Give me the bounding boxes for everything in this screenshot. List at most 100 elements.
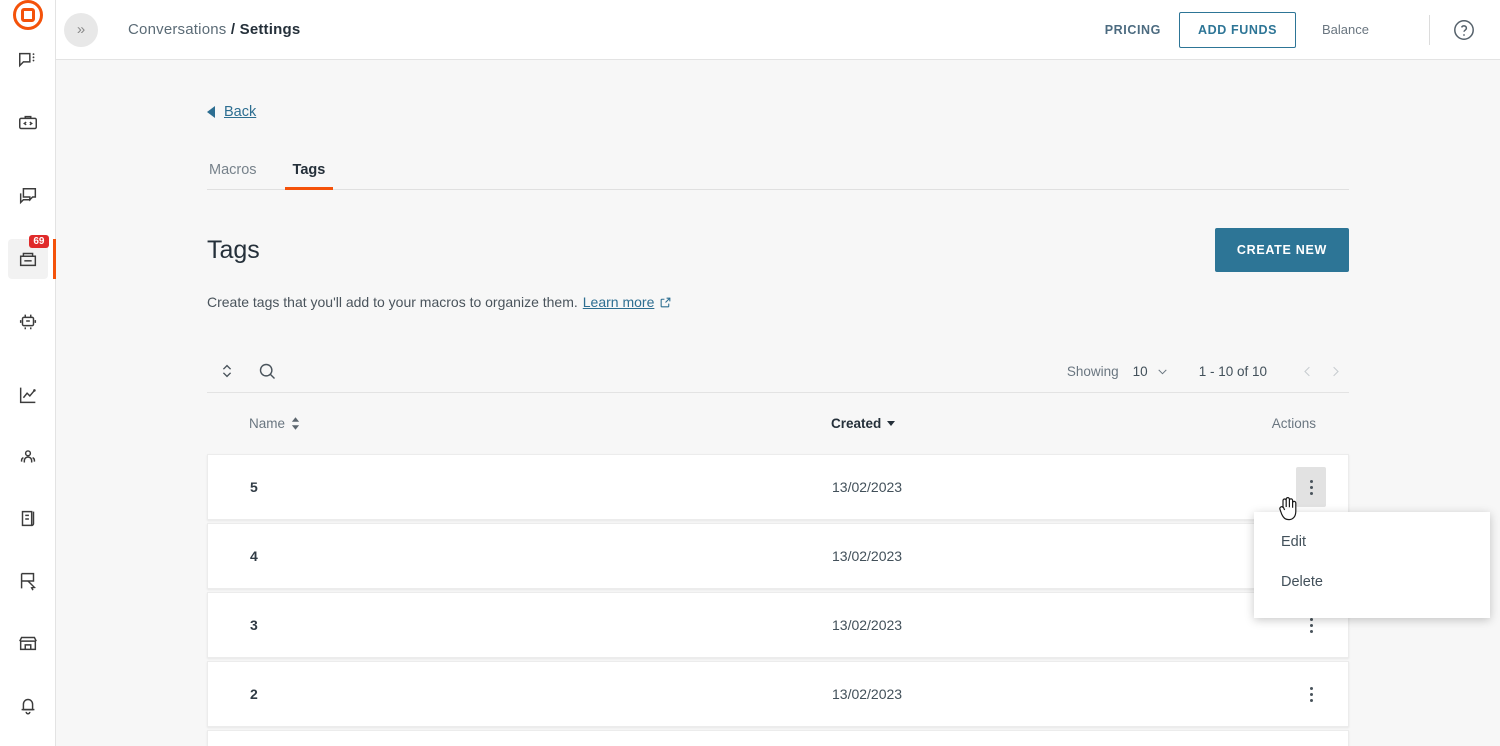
showing-label: Showing <box>1066 363 1119 379</box>
sidebar-group-secondary: 69 <box>0 166 56 352</box>
menu-item-edit[interactable]: Edit <box>1254 522 1490 562</box>
chat-copy-icon <box>17 186 39 208</box>
column-header-name[interactable]: Name <box>249 416 831 431</box>
help-circle-icon[interactable] <box>1452 18 1476 42</box>
add-funds-button[interactable]: ADD FUNDS <box>1179 11 1297 48</box>
tab-tags[interactable]: Tags <box>284 162 334 190</box>
column-header-actions: Actions <box>1271 416 1316 431</box>
tab-macros[interactable]: Macros <box>207 162 259 189</box>
learn-more-link[interactable]: Learn more <box>583 294 655 310</box>
pricing-button[interactable]: PRICING <box>1087 23 1179 37</box>
inbox-icon <box>17 248 39 270</box>
page-range-label: 1 - 10 of 10 <box>1198 363 1267 379</box>
app-logo[interactable] <box>0 0 56 30</box>
row-actions-menu: Edit Delete <box>1254 512 1490 618</box>
bell-icon <box>17 694 39 716</box>
caret-down-icon <box>887 421 896 426</box>
column-label-name: Name <box>249 416 286 431</box>
breadcrumb: Conversations / Settings <box>128 21 300 38</box>
row-actions-button[interactable] <box>1296 674 1326 714</box>
sidebar-item-contacts[interactable] <box>8 437 48 477</box>
page-title: Tags <box>207 235 260 264</box>
column-label-created: Created <box>831 416 882 431</box>
cell-created: 13/02/2023 <box>832 686 903 702</box>
sidebar-item-campaign-builder[interactable] <box>8 561 48 601</box>
sidebar-item-analytics[interactable] <box>8 375 48 415</box>
page-container: Back Macros Tags Tags CREATE NEW Create … <box>207 60 1490 746</box>
sidebar-item-conversations[interactable] <box>8 41 48 81</box>
app-root: 69 » Conversations / Settings PRICING AD… <box>0 0 1500 746</box>
cell-created: 13/02/2023 <box>832 548 903 564</box>
table-toolbar: Showing 10 1 - 10 of 10 <box>207 350 1349 392</box>
cell-name: 5 <box>250 479 258 495</box>
flag-cursor-icon <box>17 570 39 592</box>
sidebar-item-developers[interactable] <box>8 103 48 143</box>
create-new-button[interactable]: CREATE NEW <box>1214 228 1349 272</box>
back-link[interactable]: Back <box>207 104 256 120</box>
breadcrumb-current: Settings <box>239 21 301 38</box>
book-icon <box>17 508 39 530</box>
table-header: Name Created Actions <box>207 392 1349 454</box>
right-pane: » Conversations / Settings PRICING ADD F… <box>56 0 1500 746</box>
triangle-left-icon <box>207 106 215 118</box>
main-content: Back Macros Tags Tags CREATE NEW Create … <box>56 60 1500 746</box>
sidebar-item-marketplace[interactable] <box>8 623 48 663</box>
search-icon[interactable] <box>247 351 287 391</box>
inbox-badge: 69 <box>29 235 49 248</box>
balance-label: Balance <box>1322 21 1369 37</box>
robot-icon <box>17 310 39 332</box>
external-link-icon[interactable] <box>659 296 672 309</box>
storefront-icon <box>17 632 39 654</box>
code-briefcase-icon <box>17 112 39 134</box>
cell-actions <box>1272 674 1348 714</box>
chevron-down-icon <box>1156 365 1169 378</box>
top-bar-divider <box>1429 14 1430 45</box>
cell-name: 3 <box>250 617 258 633</box>
notifications-button[interactable] <box>8 685 48 725</box>
logo-inner-square <box>20 8 35 22</box>
cell-created: 13/02/2023 <box>832 479 903 495</box>
cell-created: 13/02/2023 <box>832 617 903 633</box>
mouse-cursor <box>1278 496 1304 526</box>
sidebar-item-inbox[interactable]: 69 <box>7 235 56 279</box>
breadcrumb-separator: / <box>230 21 236 38</box>
logo-mark-icon <box>12 0 43 30</box>
breadcrumb-parent[interactable]: Conversations <box>128 21 226 38</box>
cell-name: 4 <box>250 548 258 564</box>
description-text: Create tags that you'll add to your macr… <box>207 294 578 310</box>
table-row-partial[interactable] <box>207 730 1349 746</box>
more-vertical-icon <box>1309 479 1313 483</box>
collapse-sidebar-button[interactable]: » <box>64 12 98 47</box>
cell-name: 2 <box>250 686 258 702</box>
sidebar-item-knowledge-base[interactable] <box>8 499 48 539</box>
sort-updown-icon[interactable] <box>207 351 247 391</box>
line-chart-icon <box>17 384 39 406</box>
top-bar: » Conversations / Settings PRICING ADD F… <box>56 0 1500 60</box>
sidebar-item-bots[interactable] <box>8 301 48 341</box>
table-row[interactable]: 5 13/02/2023 <box>207 454 1349 520</box>
more-vertical-icon <box>1309 686 1313 690</box>
sort-updown-icon <box>291 417 300 430</box>
tab-bar: Macros Tags <box>207 162 1349 190</box>
table-body: 5 13/02/2023 4 13/02/2023 3 13/02/2023 2… <box>207 454 1490 746</box>
table-row[interactable]: 4 13/02/2023 <box>207 523 1349 589</box>
top-bar-actions: PRICING ADD FUNDS Balance <box>1087 11 1476 48</box>
sidebar-group-primary <box>0 30 56 154</box>
page-size-select[interactable]: 10 <box>1133 364 1169 379</box>
next-page-button[interactable] <box>1321 357 1349 385</box>
back-label: Back <box>224 104 257 120</box>
page-description: Create tags that you'll add to your macr… <box>207 294 1349 310</box>
prev-page-button[interactable] <box>1293 357 1321 385</box>
sidebar-item-campaigns[interactable] <box>8 177 48 217</box>
pagination: Showing 10 1 - 10 of 10 <box>1067 357 1349 385</box>
sidebar-group-tertiary <box>0 364 56 674</box>
table-row[interactable]: 2 13/02/2023 <box>207 661 1349 727</box>
people-icon <box>17 446 39 468</box>
menu-item-delete[interactable]: Delete <box>1254 562 1490 602</box>
table-row[interactable]: 3 13/02/2023 <box>207 592 1349 658</box>
sidebar-bottom: KC <box>8 674 48 746</box>
page-size-value: 10 <box>1132 363 1148 379</box>
column-header-created[interactable]: Created <box>831 416 1271 431</box>
double-chevron-right-icon: » <box>76 21 86 38</box>
left-sidebar: 69 <box>0 0 56 746</box>
